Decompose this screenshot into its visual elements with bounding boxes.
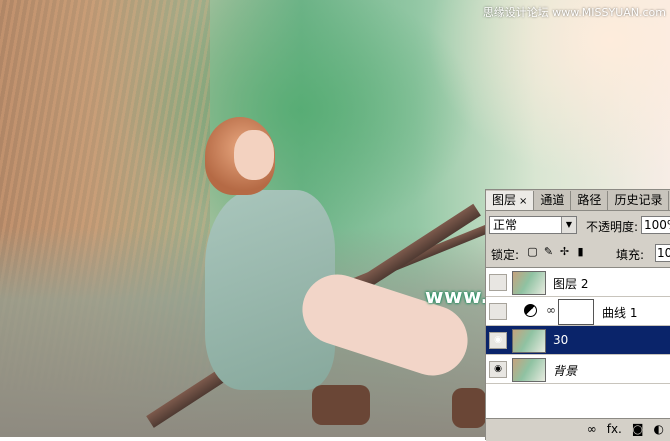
- link-icon[interactable]: ∞: [546, 303, 556, 317]
- chevron-down-icon[interactable]: ▼: [561, 217, 576, 233]
- close-icon[interactable]: ×: [519, 196, 527, 207]
- opacity-label: 不透明度:: [586, 220, 639, 234]
- blend-mode-value: 正常: [493, 218, 518, 232]
- blend-row: 正常 ▼ 不透明度: 100%: [489, 216, 670, 238]
- opacity-input[interactable]: 100%: [641, 216, 670, 234]
- panel-bottom-icons: ∞ fx. ◙ ◐: [587, 422, 664, 436]
- tab-history-label: 历史记录: [614, 193, 663, 207]
- layer-name: 背景: [553, 364, 578, 378]
- tab-layers[interactable]: 图层 ×: [486, 191, 535, 210]
- blend-mode-select[interactable]: 正常 ▼: [489, 216, 577, 234]
- lock-row: 锁定: ▢ ✎ ✢ ▮ 填充: 100%: [489, 244, 670, 264]
- layers-list: 图层 2 ∞ 曲线 1 ◉ 30 ◉ 背景: [486, 267, 670, 418]
- layer-thumbnail: [512, 358, 546, 382]
- tab-history[interactable]: 历史记录: [608, 191, 670, 210]
- layer-row-background[interactable]: ◉ 背景: [486, 355, 670, 384]
- layer-row-layer2[interactable]: 图层 2: [486, 268, 670, 297]
- layer-name: 曲线 1: [602, 306, 638, 320]
- adjustment-icon[interactable]: ◐: [654, 422, 664, 436]
- lock-transparency-icon[interactable]: ▢: [527, 246, 538, 257]
- panel-tabs: 图层 × 通道 路径 历史记录: [486, 190, 670, 211]
- girl-face: [234, 130, 274, 180]
- site-brand: 思缘设计论坛 www.MISSYUAN.com: [482, 6, 666, 19]
- eye-icon[interactable]: ◉: [489, 361, 507, 378]
- lock-brush-icon[interactable]: ✎: [543, 246, 554, 257]
- fill-label: 填充:: [616, 248, 645, 262]
- visibility-toggle[interactable]: [489, 274, 507, 291]
- fx-icon[interactable]: fx.: [607, 422, 622, 436]
- lock-all-icon[interactable]: ▮: [575, 246, 586, 257]
- lock-move-icon[interactable]: ✢: [559, 246, 570, 257]
- tab-paths[interactable]: 路径: [571, 191, 609, 210]
- layer-row-30[interactable]: ◉ 30: [486, 326, 670, 355]
- layer-name: 30: [553, 333, 569, 347]
- mask-icon[interactable]: ◙: [632, 422, 644, 436]
- fill-input[interactable]: 100%: [655, 244, 670, 262]
- tab-channels-label: 通道: [540, 193, 565, 207]
- layer-row-curves1[interactable]: ∞ 曲线 1: [486, 297, 670, 326]
- boot-right: [452, 388, 486, 428]
- tab-paths-label: 路径: [577, 193, 602, 207]
- layer-name: 图层 2: [553, 277, 589, 291]
- tab-channels[interactable]: 通道: [534, 191, 572, 210]
- eye-icon[interactable]: ◉: [489, 332, 507, 349]
- layer-thumbnail: [512, 329, 546, 353]
- curves-adjustment-icon: [524, 304, 537, 317]
- link-icon[interactable]: ∞: [587, 422, 597, 436]
- lock-icons: ▢ ✎ ✢ ▮: [527, 246, 586, 257]
- boot-left: [312, 385, 370, 425]
- panel-bottom-bar: ∞ fx. ◙ ◐: [486, 418, 670, 441]
- layer-thumbnail: [512, 271, 546, 295]
- visibility-toggle[interactable]: [489, 303, 507, 320]
- tab-layers-label: 图层: [492, 193, 517, 207]
- lock-label: 锁定:: [491, 248, 520, 262]
- layer-mask-thumbnail[interactable]: [558, 299, 594, 325]
- layers-panel: 图层× 通道 路径 历史记录 正常 ▼ 不透明度: 100% 锁定: ▢ ✎ ✢…: [485, 189, 670, 441]
